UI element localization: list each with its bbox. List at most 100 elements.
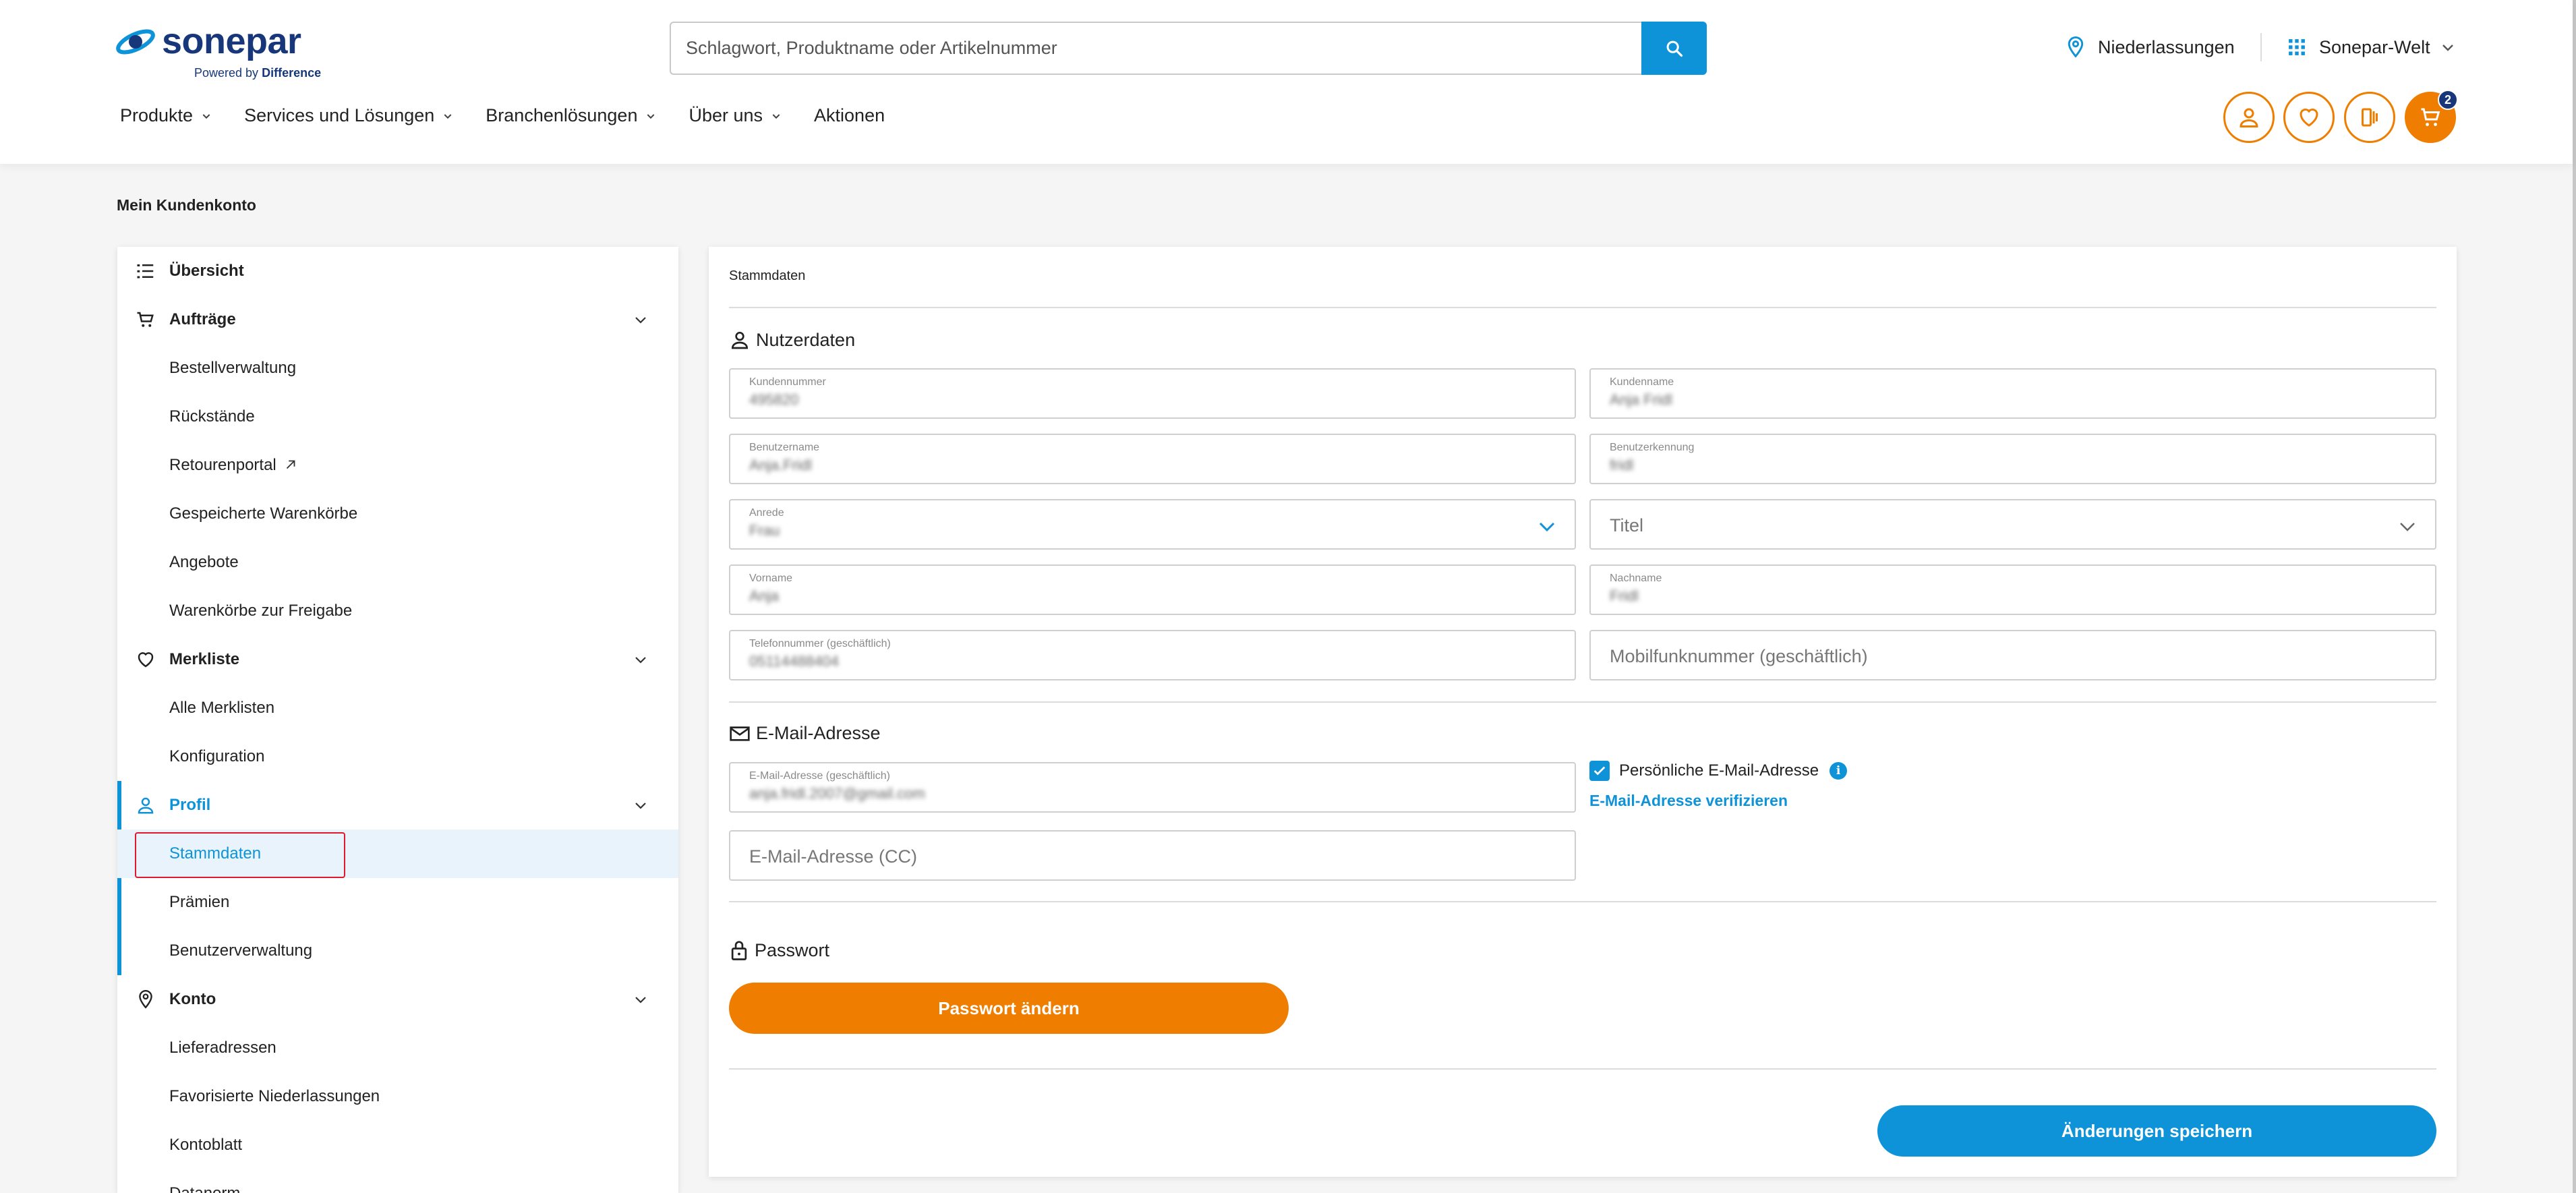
nav-item-industries[interactable]: Branchenlösungen <box>486 105 656 126</box>
sidebar-item-order-management[interactable]: Bestellverwaltung <box>117 344 678 392</box>
sidebar-item-overview[interactable]: Übersicht <box>117 247 678 295</box>
sidebar-item-quotes[interactable]: Angebote <box>117 538 678 587</box>
mail-icon <box>729 724 751 743</box>
sidebar-item-label: Benutzerverwaltung <box>169 941 313 960</box>
branches-label: Niederlassungen <box>2098 36 2235 57</box>
personal-email-checkbox-row[interactable]: Persönliche E-Mail-Adresse i <box>1589 761 1848 781</box>
email-heading: E-Mail-Adresse <box>729 723 881 744</box>
field-label: Anrede <box>749 507 784 519</box>
sidebar-section-wishlist[interactable]: Merkliste <box>117 635 678 684</box>
sidebar-section-label: Profil <box>169 796 211 814</box>
sidebar-section-label: Aufträge <box>169 310 236 328</box>
lock-icon <box>729 939 749 961</box>
sidebar-item-favorite-branches[interactable]: Favorisierte Niederlassungen <box>117 1072 678 1121</box>
sidebar-item-label: Prämien <box>169 893 230 911</box>
logo-tagline-bold: Difference <box>262 66 322 80</box>
nav-item-promotions[interactable]: Aktionen <box>814 105 885 126</box>
sidebar-section-label: Konto <box>169 990 216 1008</box>
sidebar-item-configuration[interactable]: Konfiguration <box>117 732 678 781</box>
sidebar-item-delivery-addresses[interactable]: Lieferadressen <box>117 1024 678 1072</box>
cc-email-field[interactable]: E-Mail-Adresse (CC) <box>729 830 1576 881</box>
business-email-field[interactable]: E-Mail-Adresse (geschäftlich) anja.fridl… <box>729 762 1576 813</box>
chevron-down-icon <box>1539 522 1555 532</box>
card-title: Stammdaten <box>729 268 806 283</box>
header-divider <box>2260 33 2262 61</box>
sidebar-item-account-statement[interactable]: Kontoblatt <box>117 1121 678 1169</box>
sidebar-item-carts-for-approval[interactable]: Warenkörbe zur Freigabe <box>117 587 678 635</box>
master-data-card: Stammdaten Nutzerdaten Kundennummer 4958… <box>709 247 2457 1177</box>
sidebar-item-returns-portal[interactable]: Retourenportal <box>117 441 678 490</box>
sidebar-section-orders[interactable]: Aufträge <box>117 295 678 344</box>
field-value: 05114488404 <box>749 653 839 670</box>
sidebar-item-rewards[interactable]: Prämien <box>117 878 678 927</box>
personal-email-checkbox[interactable] <box>1589 761 1610 781</box>
sidebar-item-label: Stammdaten <box>169 844 262 863</box>
field-label: Telefonnummer (geschäftlich) <box>749 638 891 649</box>
field-placeholder: Titel <box>1610 515 1644 535</box>
divider <box>729 901 2436 902</box>
field-label: Benutzername <box>749 442 820 453</box>
page-scrollbar[interactable] <box>2573 0 2576 1193</box>
branches-link[interactable]: Niederlassungen <box>2066 32 2235 62</box>
change-password-button[interactable]: Passwort ändern <box>729 983 1289 1034</box>
nav-label: Aktionen <box>814 105 885 125</box>
username-field[interactable]: Benutzername Anja.Fridl <box>729 434 1576 484</box>
cart-button[interactable]: 2 <box>2405 90 2458 143</box>
sidebar-item-label: Übersicht <box>169 262 244 280</box>
heart-icon <box>135 649 156 670</box>
field-label: Kundenname <box>1610 376 1674 388</box>
sidebar-item-user-management[interactable]: Benutzerverwaltung <box>117 927 678 975</box>
cart-icon <box>2421 108 2440 126</box>
sidebar-item-saved-carts[interactable]: Gespeicherte Warenkörbe <box>117 490 678 538</box>
chevron-down-icon <box>635 657 646 664</box>
search-button[interactable] <box>1641 22 1707 75</box>
account-button[interactable] <box>2223 92 2275 143</box>
sidebar-section-profile[interactable]: Profil <box>117 781 678 830</box>
section-title-text: Passwort <box>755 939 830 960</box>
password-heading: Passwort <box>729 939 829 961</box>
salutation-select[interactable]: Anrede Frau <box>729 499 1576 550</box>
chevron-down-icon <box>635 803 646 809</box>
last-name-field[interactable]: Nachname Fridl <box>1589 564 2436 615</box>
phone-field[interactable]: Telefonnummer (geschäftlich) 05114488404 <box>729 630 1576 680</box>
chevron-down-icon <box>2400 523 2415 531</box>
sidebar-item-all-wishlists[interactable]: Alle Merklisten <box>117 684 678 732</box>
first-name-field[interactable]: Vorname Anja <box>729 564 1576 615</box>
field-label: Benutzerkennung <box>1610 442 1695 453</box>
nav-item-products[interactable]: Produkte <box>120 105 212 126</box>
search-input[interactable] <box>686 23 1616 74</box>
location-pin-icon <box>2068 36 2084 58</box>
customer-number-field[interactable]: Kundennummer 495820 <box>729 368 1576 419</box>
customer-name-field[interactable]: Kundenname Anja Fridl <box>1589 368 2436 419</box>
mobile-field[interactable]: Mobilfunknummer (geschäftlich) <box>1589 630 2436 680</box>
site-header: sonepar Powered by Difference Niederlass… <box>0 0 2573 164</box>
wishlist-button[interactable] <box>2283 92 2335 143</box>
sidebar-item-backorders[interactable]: Rückstände <box>117 392 678 441</box>
field-label: Nachname <box>1610 573 1662 584</box>
title-select[interactable]: Titel <box>1589 499 2436 550</box>
sonepar-logo[interactable]: sonepar Powered by Difference <box>115 19 330 80</box>
sidebar-section-account[interactable]: Konto <box>117 975 678 1024</box>
sidebar-item-master-data[interactable]: Stammdaten <box>117 830 678 878</box>
location-pin-icon <box>135 989 156 1010</box>
nav-item-services[interactable]: Services und Lösungen <box>244 105 453 126</box>
sidebar-item-datanorm[interactable]: Datanorm <box>117 1169 678 1193</box>
divider <box>729 701 2436 703</box>
search-icon <box>1666 40 1682 57</box>
nav-label: Branchenlösungen <box>486 105 638 125</box>
nav-label: Über uns <box>689 105 763 125</box>
verify-email-link[interactable]: E-Mail-Adresse verifizieren <box>1589 792 1788 810</box>
chevron-down-icon <box>635 997 646 1003</box>
chevron-down-icon <box>635 317 646 324</box>
user-icon <box>135 794 156 816</box>
nav-item-about[interactable]: Über uns <box>689 105 782 126</box>
sidebar-item-label: Warenkörbe zur Freigabe <box>169 602 353 620</box>
sonepar-logo-icon <box>116 29 155 55</box>
save-changes-button[interactable]: Änderungen speichern <box>1877 1105 2436 1157</box>
info-icon[interactable]: i <box>1829 762 1848 780</box>
sonepar-world-menu[interactable]: Sonepar-Welt <box>2288 32 2456 62</box>
user-id-field[interactable]: Benutzerkennung fridl <box>1589 434 2436 484</box>
field-value: Anja Fridl <box>1610 391 1672 408</box>
compare-button[interactable] <box>2344 92 2395 143</box>
main-nav: Produkte Services und Lösungen Branchenl… <box>120 105 917 126</box>
